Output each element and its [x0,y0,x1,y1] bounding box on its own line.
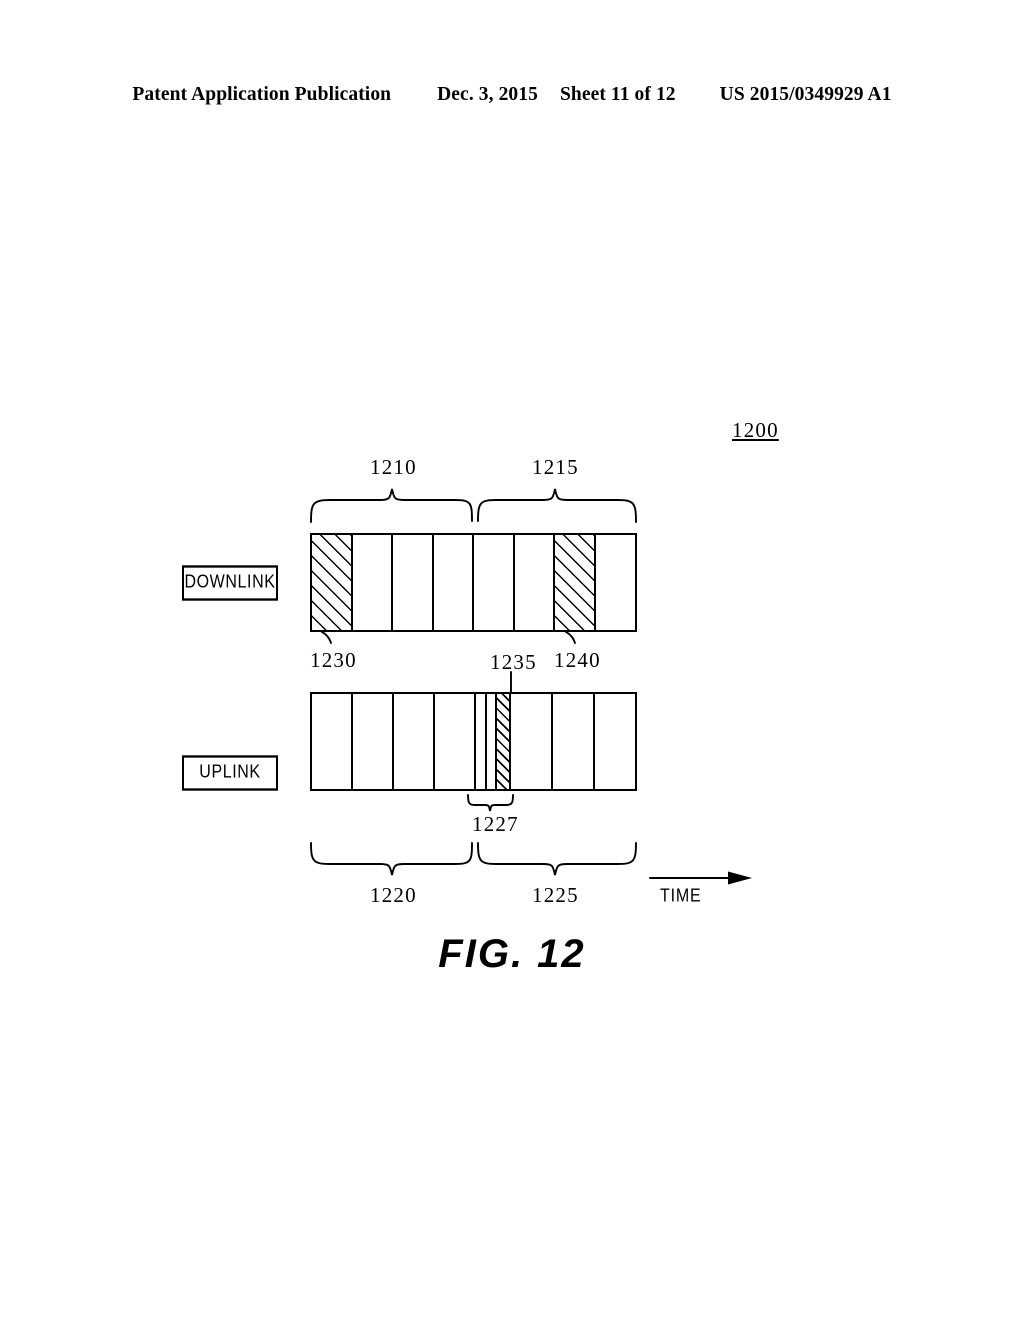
uplink-slot-5[interactable] [553,694,596,789]
uplink-slot-0[interactable] [312,694,353,789]
downlink-slot-5[interactable] [514,535,555,630]
downlink-slot-2[interactable] [393,535,434,630]
downlink-slot-6[interactable] [555,535,596,630]
uplink-label-text: UPLINK [199,762,261,783]
figure-reference-1200: 1200 [732,418,779,442]
uplink-label-box: UPLINK [182,755,278,791]
uplink-slot-2[interactable] [393,694,435,789]
uplink-narrow-slot-2-hatched[interactable] [497,694,512,789]
uplink-slot-6[interactable] [595,694,636,789]
uplink-slot-1[interactable] [352,694,394,789]
reference-1240: 1240 [554,648,601,672]
reference-1220: 1220 [370,883,417,907]
downlink-slot-0[interactable] [312,535,353,630]
downlink-slot-1[interactable] [352,535,393,630]
brace-1215 [477,488,637,523]
uplink-frame-row [310,692,637,791]
leader-1240 [565,631,576,644]
time-axis-label: TIME [660,886,702,907]
uplink-narrow-slot-0[interactable] [475,694,488,789]
figure-12: 1200 1210 1215 DOWNLINK 1230 1235 1240 U… [0,0,1024,1320]
downlink-frame-row [310,533,637,632]
reference-1225: 1225 [532,883,579,907]
brace-1210 [310,488,473,523]
brace-1225 [477,842,637,876]
downlink-slot-7[interactable] [595,535,635,630]
uplink-slot-3[interactable] [434,694,476,789]
downlink-slot-4[interactable] [474,535,515,630]
downlink-label-box: DOWNLINK [182,565,278,601]
downlink-label-text: DOWNLINK [184,572,276,593]
time-arrow-head [728,871,752,885]
reference-1210: 1210 [370,455,417,479]
figure-caption: FIG. 12 [438,932,586,976]
brace-1220 [310,842,473,876]
reference-1215: 1215 [532,455,579,479]
reference-1235: 1235 [490,650,537,674]
brace-1227 [467,794,514,812]
reference-1227: 1227 [472,812,519,836]
downlink-slot-3[interactable] [433,535,474,630]
leader-1230 [321,631,332,644]
uplink-narrow-slot-1[interactable] [487,694,498,789]
reference-1230: 1230 [310,648,357,672]
uplink-slot-4[interactable] [511,694,554,789]
